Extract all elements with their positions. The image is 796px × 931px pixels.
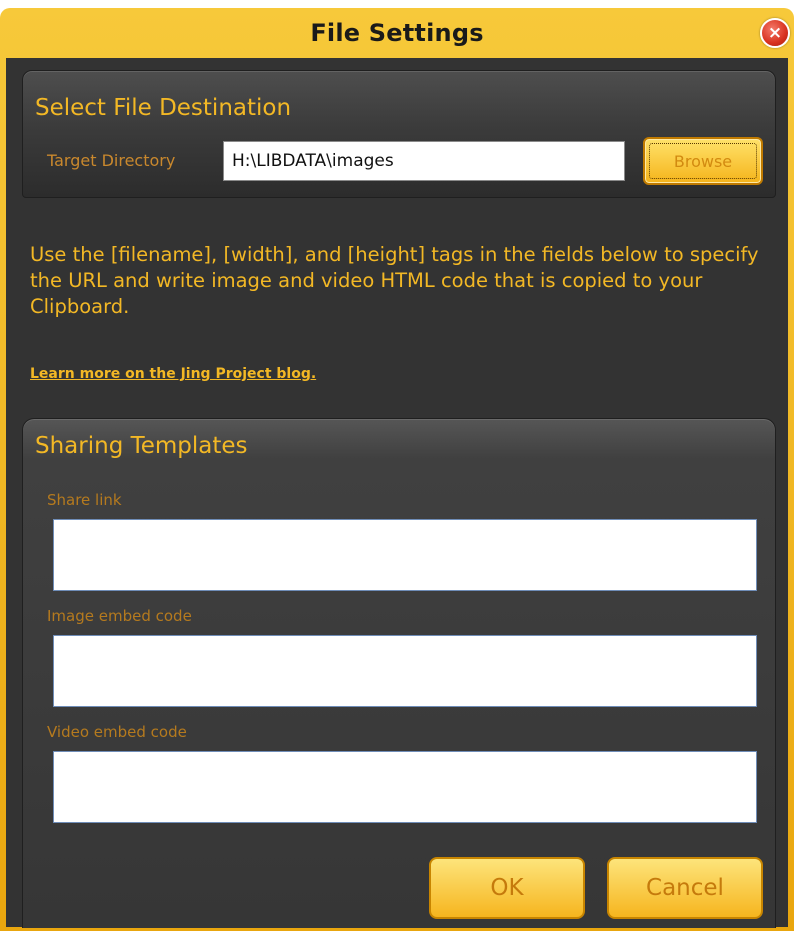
share-link-label: Share link	[47, 491, 122, 509]
title-bar[interactable]: File Settings ×	[0, 8, 794, 58]
close-icon[interactable]: ×	[760, 18, 790, 48]
image-embed-code-label: Image embed code	[47, 607, 192, 625]
sharing-templates-title: Sharing Templates	[35, 433, 248, 459]
cancel-button[interactable]: Cancel	[607, 857, 763, 919]
instructions-text: Use the [filename], [width], and [height…	[30, 243, 759, 318]
window-title: File Settings	[310, 19, 484, 47]
file-settings-window: File Settings × Select File Destination …	[0, 0, 796, 931]
window-frame: File Settings × Select File Destination …	[0, 8, 794, 931]
target-directory-label: Target Directory	[47, 151, 176, 170]
browse-button[interactable]: Browse	[643, 137, 763, 185]
video-embed-code-label: Video embed code	[47, 723, 187, 741]
target-directory-input[interactable]: H:\LIBDATA\images	[223, 141, 625, 181]
ok-button[interactable]: OK	[429, 857, 585, 919]
learn-more-link[interactable]: Learn more on the Jing Project blog.	[30, 366, 316, 382]
share-link-input[interactable]	[53, 519, 757, 591]
dialog-body: Select File Destination Target Directory…	[6, 58, 788, 928]
video-embed-code-input[interactable]	[53, 751, 757, 823]
destination-panel: Select File Destination Target Directory…	[22, 70, 776, 198]
browse-button-label: Browse	[649, 143, 757, 179]
image-embed-code-input[interactable]	[53, 635, 757, 707]
destination-title: Select File Destination	[35, 95, 292, 121]
sharing-templates-panel: Sharing Templates Share link Image embed…	[22, 418, 776, 928]
